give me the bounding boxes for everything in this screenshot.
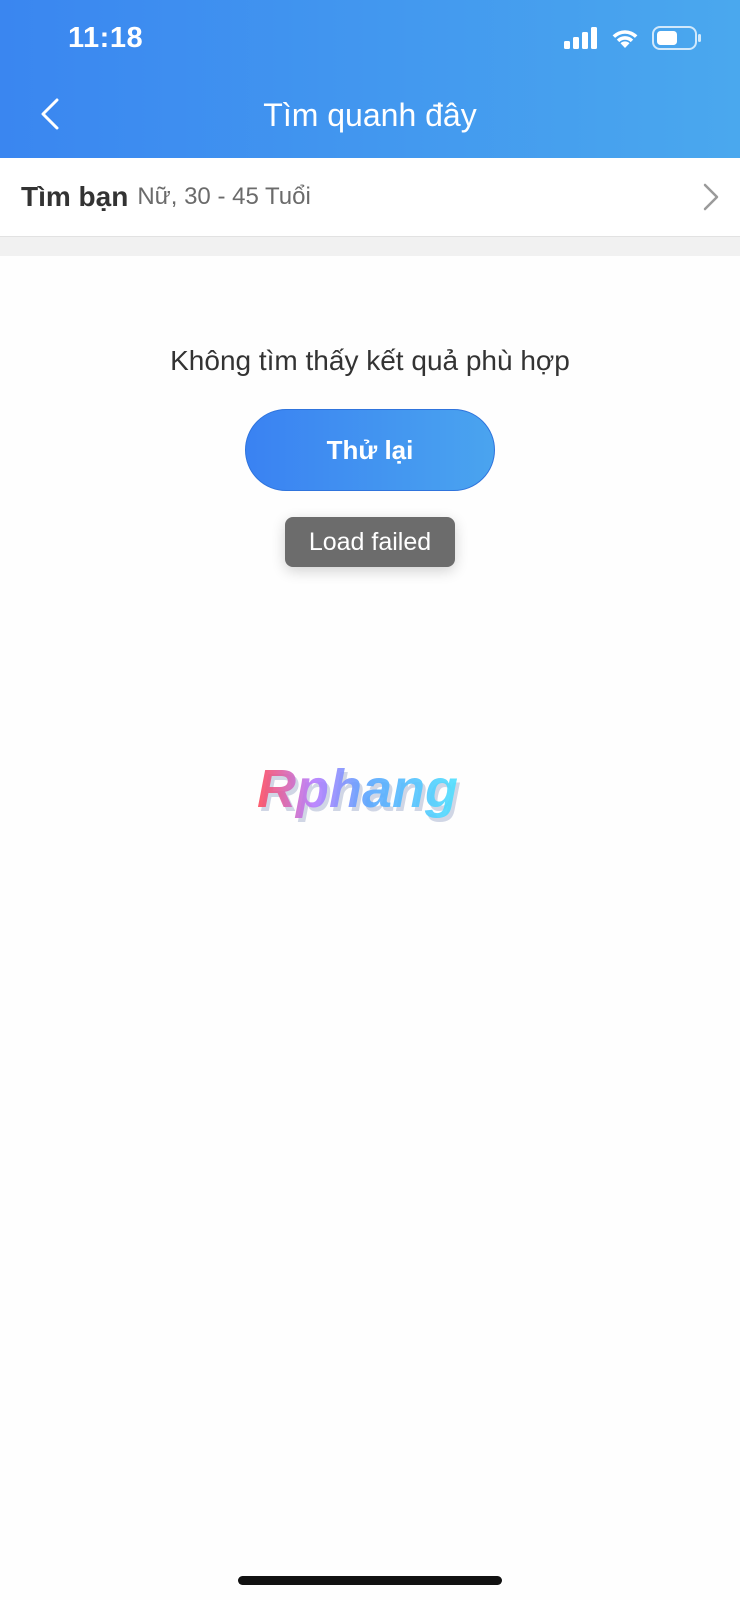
status-time: 11:18 (68, 22, 144, 54)
home-indicator (238, 1576, 502, 1585)
chevron-right-icon (702, 182, 720, 217)
watermark-logo: Rphang Rphang (257, 760, 461, 823)
filter-title: Tìm bạn (21, 181, 129, 212)
wifi-icon (610, 27, 640, 54)
filter-value: Nữ, 30 - 45 Tuổi (137, 183, 311, 210)
filter-row[interactable]: Tìm bạn Nữ, 30 - 45 Tuổi (0, 158, 740, 237)
app-screen: 11:18 Tìm quanh đây Tìm bạn Nữ, 30 - 45 … (0, 0, 740, 1600)
section-separator (0, 237, 740, 256)
status-icons (564, 26, 702, 55)
signal-icon (564, 27, 598, 54)
top-header: 11:18 Tìm quanh đây (0, 0, 740, 158)
watermark-text-front: Rphang (257, 760, 458, 819)
retry-button[interactable]: Thử lại (245, 409, 495, 491)
page-title: Tìm quanh đây (263, 97, 477, 133)
battery-icon (652, 26, 702, 55)
toast-message: Load failed (285, 517, 455, 567)
empty-state-message: Không tìm thấy kết quả phù hợp (170, 345, 570, 376)
